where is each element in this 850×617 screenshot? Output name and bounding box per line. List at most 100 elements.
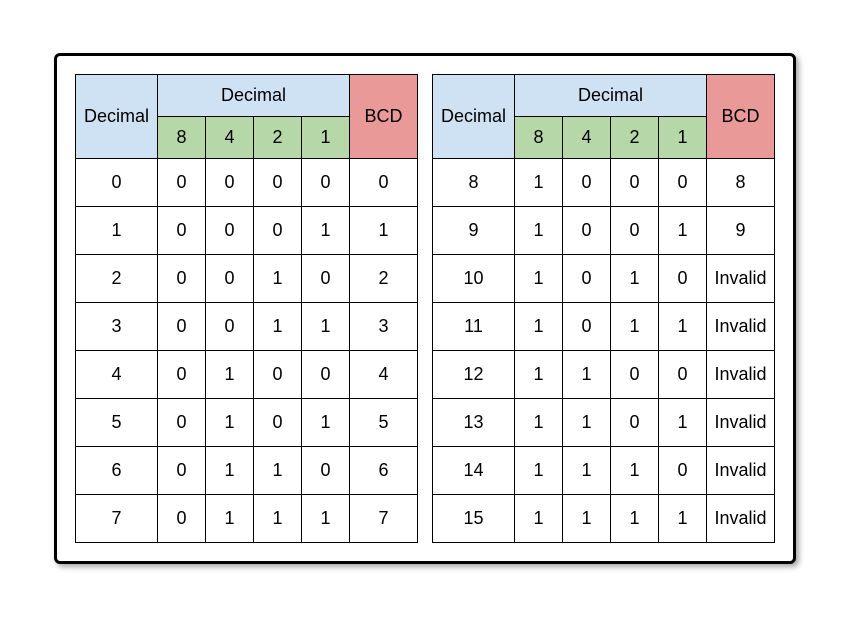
cell-bit: 0	[158, 399, 206, 447]
header-decimal: Decimal	[76, 75, 158, 159]
cell-bit: 0	[158, 159, 206, 207]
cell-bit: 1	[563, 447, 611, 495]
cell-bit: 1	[659, 303, 707, 351]
cell-bit: 1	[254, 495, 302, 543]
cell-bit: 0	[206, 159, 254, 207]
header-weight-8: 8	[158, 117, 206, 159]
cell-bcd: Invalid	[707, 447, 775, 495]
table-row: 000000	[76, 159, 418, 207]
cell-bcd: 8	[707, 159, 775, 207]
cell-bit: 0	[254, 351, 302, 399]
table-row: 200102	[76, 255, 418, 303]
cell-decimal: 15	[433, 495, 515, 543]
header-weight-2: 2	[254, 117, 302, 159]
table-row: 701117	[76, 495, 418, 543]
cell-bcd: Invalid	[707, 255, 775, 303]
cell-bit: 1	[611, 447, 659, 495]
cell-bit: 0	[302, 159, 350, 207]
cell-bit: 1	[254, 255, 302, 303]
cell-bit: 1	[302, 399, 350, 447]
cell-bit: 0	[158, 351, 206, 399]
cell-bit: 0	[563, 207, 611, 255]
cell-bit: 0	[158, 303, 206, 351]
header-bcd: BCD	[350, 75, 418, 159]
cell-bcd: 6	[350, 447, 418, 495]
cell-bit: 1	[515, 399, 563, 447]
table-row: 810008	[433, 159, 775, 207]
cell-decimal: 0	[76, 159, 158, 207]
table-row: 501015	[76, 399, 418, 447]
cell-bit: 0	[659, 351, 707, 399]
cell-bcd: 7	[350, 495, 418, 543]
cell-decimal: 3	[76, 303, 158, 351]
cell-bit: 0	[611, 159, 659, 207]
cell-decimal: 12	[433, 351, 515, 399]
cell-bit: 0	[254, 399, 302, 447]
cell-decimal: 8	[433, 159, 515, 207]
header-weight-8: 8	[515, 117, 563, 159]
table-row: 151111Invalid	[433, 495, 775, 543]
cell-decimal: 2	[76, 255, 158, 303]
cell-decimal: 10	[433, 255, 515, 303]
table-row: 300113	[76, 303, 418, 351]
cell-bcd: Invalid	[707, 351, 775, 399]
cell-bcd: 0	[350, 159, 418, 207]
cell-bit: 1	[515, 255, 563, 303]
cell-decimal: 14	[433, 447, 515, 495]
cell-bit: 1	[659, 399, 707, 447]
cell-decimal: 6	[76, 447, 158, 495]
cell-decimal: 4	[76, 351, 158, 399]
cell-bit: 0	[254, 207, 302, 255]
header-weight-2: 2	[611, 117, 659, 159]
cell-bit: 0	[659, 447, 707, 495]
cell-bcd: 2	[350, 255, 418, 303]
bcd-table-right: Decimal Decimal BCD 8 4 2 1 810008910019…	[432, 74, 775, 543]
header-weight-1: 1	[659, 117, 707, 159]
cell-decimal: 13	[433, 399, 515, 447]
table-body-left: 0000001000112001023001134010045010156011…	[76, 159, 418, 543]
cell-bcd: 3	[350, 303, 418, 351]
cell-bit: 1	[563, 495, 611, 543]
header-bcd: BCD	[707, 75, 775, 159]
cell-bit: 0	[254, 159, 302, 207]
table-row: 111011Invalid	[433, 303, 775, 351]
cell-decimal: 5	[76, 399, 158, 447]
cell-bit: 1	[206, 447, 254, 495]
cell-bit: 0	[158, 255, 206, 303]
header-weights-group: Decimal	[158, 75, 350, 117]
cell-bit: 0	[302, 447, 350, 495]
cell-bit: 1	[254, 303, 302, 351]
cell-bit: 1	[302, 207, 350, 255]
header-weight-4: 4	[563, 117, 611, 159]
cell-bit: 0	[206, 303, 254, 351]
table-row: 141110Invalid	[433, 447, 775, 495]
table-row: 121100Invalid	[433, 351, 775, 399]
cell-bit: 1	[563, 399, 611, 447]
cell-bit: 1	[515, 351, 563, 399]
cell-bit: 0	[611, 399, 659, 447]
cell-bit: 1	[611, 255, 659, 303]
cell-bcd: Invalid	[707, 495, 775, 543]
header-weight-4: 4	[206, 117, 254, 159]
table-row: 601106	[76, 447, 418, 495]
cell-bit: 0	[158, 207, 206, 255]
cell-bit: 1	[611, 303, 659, 351]
cell-bit: 0	[563, 255, 611, 303]
cell-bit: 1	[515, 447, 563, 495]
cell-decimal: 7	[76, 495, 158, 543]
cell-bcd: 1	[350, 207, 418, 255]
table-body-right: 810008910019101010Invalid111011Invalid12…	[433, 159, 775, 543]
table-row: 401004	[76, 351, 418, 399]
cell-decimal: 11	[433, 303, 515, 351]
cell-bcd: 5	[350, 399, 418, 447]
cell-bit: 1	[254, 447, 302, 495]
cell-bit: 1	[206, 495, 254, 543]
cell-bit: 0	[302, 255, 350, 303]
bcd-table-left: Decimal Decimal BCD 8 4 2 1 000000100011…	[75, 74, 418, 543]
cell-bit: 0	[158, 447, 206, 495]
cell-bit: 1	[659, 207, 707, 255]
cell-bit: 1	[515, 495, 563, 543]
table-row: 910019	[433, 207, 775, 255]
cell-bit: 1	[659, 495, 707, 543]
cell-bit: 0	[611, 207, 659, 255]
